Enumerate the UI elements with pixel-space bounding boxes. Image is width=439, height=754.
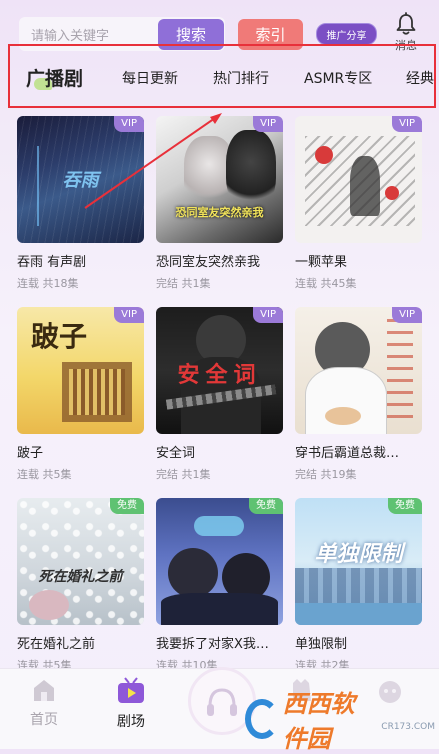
drama-title: 单独限制 (295, 637, 348, 652)
home-icon (34, 680, 54, 701)
site-watermark: 西西软件园 CR173.COM (245, 690, 435, 753)
watermark-text: 西西软件园 (282, 690, 355, 753)
tab-asmr[interactable]: ASMR专区 (304, 68, 372, 88)
drama-title: 一颗苹果 (295, 255, 348, 270)
tab-classic[interactable]: 经典 (406, 68, 434, 88)
vip-badge: VIP (114, 116, 144, 132)
cover-title: 安全词 (177, 363, 262, 388)
drama-title: 安全词 (156, 446, 196, 461)
nav-theater[interactable]: 剧场 (101, 677, 161, 731)
drama-card[interactable]: 免费 我要拆了对家X我… 连载 共10集 (156, 498, 283, 673)
drama-status: 完结 共1集 (156, 277, 211, 290)
drama-cover: 单独限制 免费 (295, 498, 422, 625)
free-badge: 免费 (110, 498, 144, 514)
drama-card[interactable]: 吞雨 VIP 吞雨 有声剧 连载 共18集 (17, 116, 144, 291)
promote-share-button[interactable]: 推广分享 (316, 23, 377, 45)
drama-title: 恐同室友突然亲我 (156, 255, 261, 270)
drama-cover: 吞雨 VIP (17, 116, 144, 243)
vip-badge: VIP (253, 307, 283, 323)
bell-icon (396, 12, 416, 35)
free-badge: 免费 (249, 498, 283, 514)
drama-cover: VIP (295, 116, 422, 243)
nav-home-label: 首页 (30, 712, 58, 728)
drama-card[interactable]: 死在婚礼之前 免费 死在婚礼之前 连载 共5集 (17, 498, 144, 673)
drama-card[interactable]: 恐同室友突然亲我 VIP 恐同室友突然亲我 完结 共1集 (156, 116, 283, 291)
drama-cover: VIP (295, 307, 422, 434)
cover-title: 单独限制 (314, 542, 403, 567)
drama-cover: 恐同室友突然亲我 VIP (156, 116, 283, 243)
drama-status: 完结 共1集 (156, 468, 211, 481)
nav-home[interactable]: 首页 (14, 677, 74, 729)
headphones-icon (207, 688, 237, 716)
drama-cover: 免费 (156, 498, 283, 625)
vip-badge: VIP (114, 307, 144, 323)
nav-theater-label: 剧场 (117, 714, 145, 730)
drama-card[interactable]: 跛子 VIP 跛子 连载 共5集 (17, 307, 144, 482)
vip-badge: VIP (392, 116, 422, 132)
drama-title: 我要拆了对家X我… (156, 637, 269, 652)
search-placeholder: 请输入关键字 (31, 29, 110, 44)
drama-card[interactable]: 安全词 VIP 安全词 完结 共1集 (156, 307, 283, 482)
drama-cover: 死在婚礼之前 免费 (17, 498, 144, 625)
drama-card[interactable]: VIP 一颗苹果 连载 共45集 (295, 116, 422, 291)
drama-title: 穿书后霸道总裁… (295, 446, 400, 461)
drama-status: 完结 共19集 (295, 468, 357, 481)
drama-cover: 跛子 VIP (17, 307, 144, 434)
drama-status: 连载 共5集 (17, 468, 72, 481)
drama-card[interactable]: VIP 穿书后霸道总裁… 完结 共19集 (295, 307, 422, 482)
vip-badge: VIP (253, 116, 283, 132)
theater-icon (118, 677, 144, 703)
drama-card[interactable]: 单独限制 免费 单独限制 连载 共2集 (295, 498, 422, 673)
drama-title: 跛子 (17, 446, 44, 461)
drama-status: 连载 共45集 (295, 277, 357, 290)
tab-radio-drama[interactable]: 广播剧 (26, 64, 83, 91)
cover-title: 恐同室友突然亲我 (175, 206, 264, 219)
vip-badge: VIP (392, 307, 422, 323)
drama-cover: 安全词 VIP (156, 307, 283, 434)
drama-title: 死在婚礼之前 (17, 637, 96, 652)
watermark-sub: CR173.COM (381, 722, 435, 732)
cover-title: 死在婚礼之前 (38, 569, 123, 585)
category-tabs: 广播剧 每日更新 热门排行 ASMR专区 经典 (8, 44, 436, 108)
cover-title: 吞雨 (62, 170, 99, 191)
drama-status: 连载 共18集 (17, 277, 79, 290)
tab-hot-ranking[interactable]: 热门排行 (213, 68, 269, 88)
tab-daily-update[interactable]: 每日更新 (122, 68, 178, 88)
free-badge: 免费 (388, 498, 422, 514)
drama-title: 吞雨 有声剧 (17, 255, 87, 270)
watermark-logo-icon (245, 699, 279, 739)
